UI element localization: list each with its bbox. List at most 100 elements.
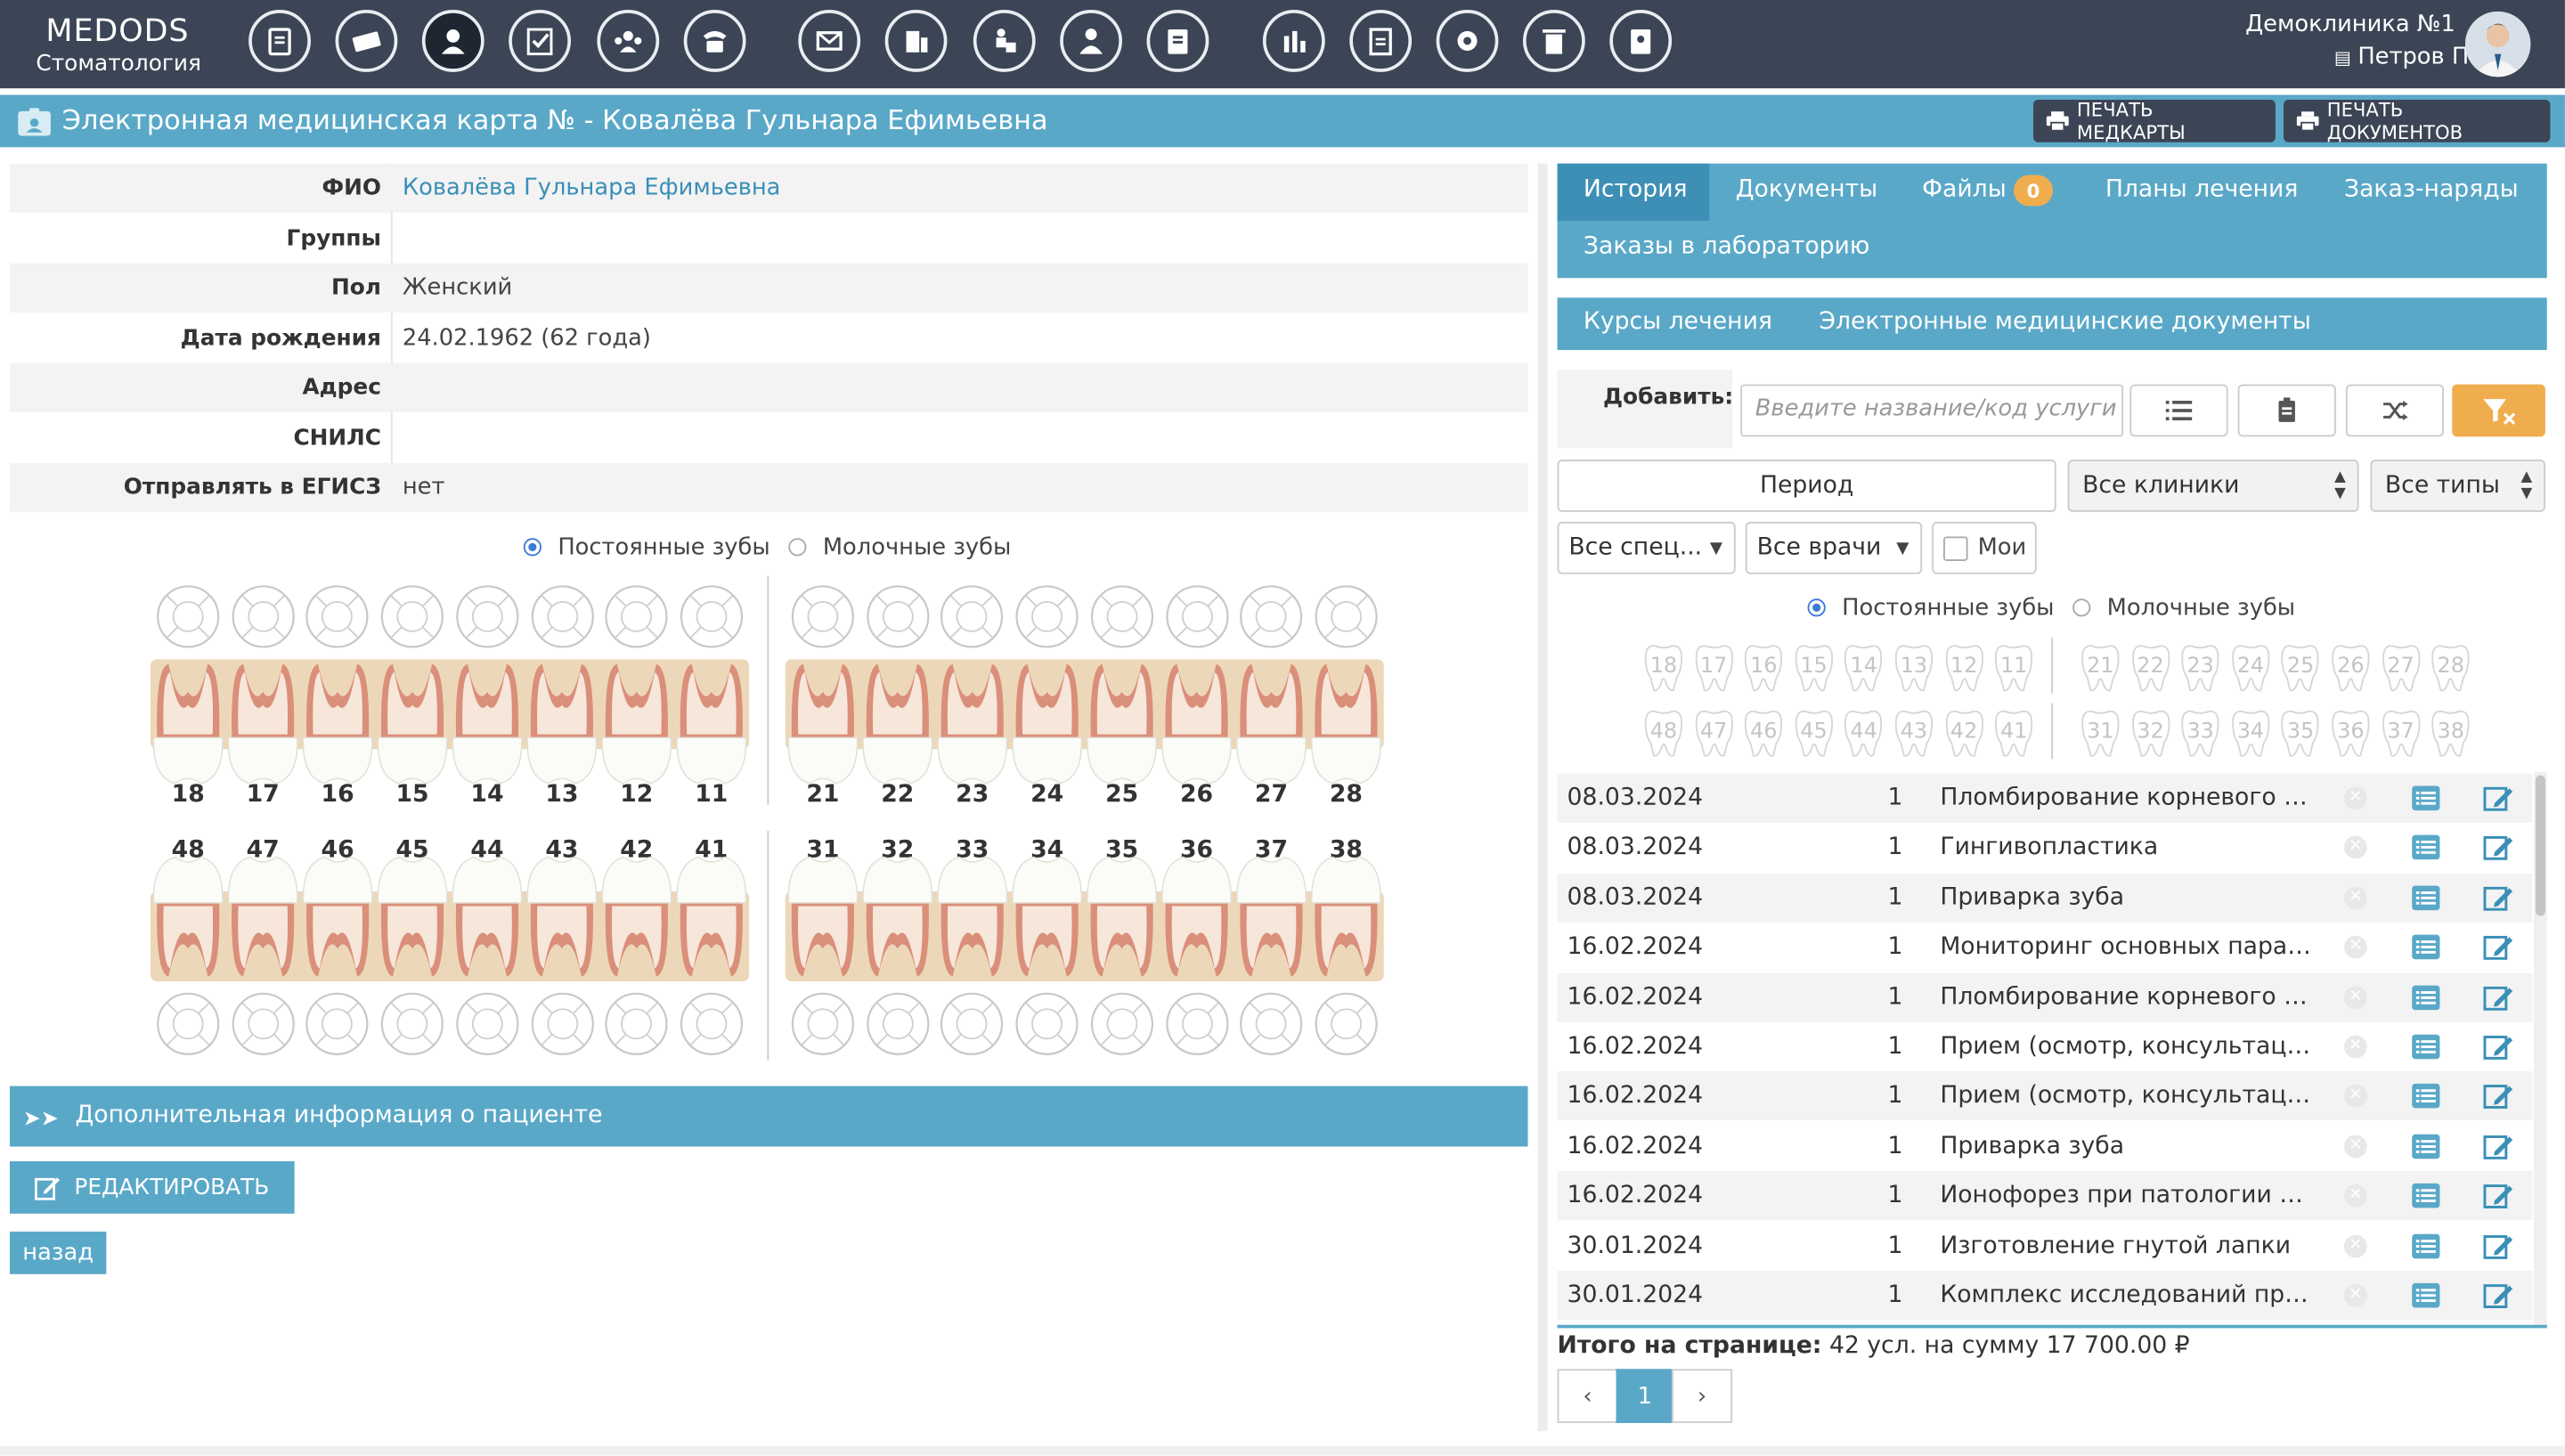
tooth-number[interactable]: 11 <box>675 782 747 808</box>
tooth-surface-icon[interactable] <box>155 584 220 649</box>
details-list-icon[interactable] <box>2411 1133 2440 1159</box>
tab-treatment-courses[interactable]: Курсы лечения <box>1584 309 1772 335</box>
mini-tooth[interactable]: 11 <box>1991 641 2037 694</box>
tooth-surface-icon[interactable] <box>1314 991 1379 1056</box>
tooth-surface-icon[interactable] <box>1314 584 1379 649</box>
doctor-select[interactable]: Все врачи ▼ <box>1745 521 1923 574</box>
shuffle-button[interactable] <box>2345 384 2445 437</box>
logo-title[interactable]: MEDODS <box>45 13 189 49</box>
tab-files[interactable]: Файлы <box>1922 176 2007 202</box>
tooth-surface-icon[interactable] <box>604 584 669 649</box>
edit-icon[interactable] <box>2483 1181 2514 1210</box>
details-list-icon[interactable] <box>2411 1282 2440 1308</box>
mini-tooth[interactable]: 12 <box>1941 641 1986 694</box>
details-list-icon[interactable] <box>2411 834 2440 860</box>
history-row[interactable]: 30.01.2024 1 Комплекс исследований пре... ✕ <box>1557 1271 2533 1321</box>
tooth-surface-icon[interactable] <box>230 584 295 649</box>
mini-tooth[interactable]: 36 <box>2328 706 2374 759</box>
tooth-surface-icon[interactable] <box>529 991 594 1056</box>
tooth-number[interactable]: 22 <box>861 782 933 808</box>
edit-icon[interactable] <box>2483 834 2514 863</box>
tooth-surface-icon[interactable] <box>1089 584 1154 649</box>
permanent-teeth-radio[interactable] <box>523 538 542 557</box>
mini-tooth[interactable]: 15 <box>1791 641 1836 694</box>
mini-tooth[interactable]: 45 <box>1791 706 1836 759</box>
delete-icon[interactable]: ✕ <box>2343 836 2367 859</box>
delete-icon[interactable]: ✕ <box>2343 1135 2367 1159</box>
panel-splitter[interactable] <box>1537 163 1548 1432</box>
history-row[interactable]: 16.02.2024 1 Пломбирование корневого к... ✕ <box>1557 972 2533 1022</box>
edit-icon[interactable] <box>2483 1082 2514 1111</box>
edit-icon[interactable] <box>2483 883 2514 912</box>
mini-tooth[interactable]: 34 <box>2227 706 2273 759</box>
phone-icon[interactable] <box>683 10 746 72</box>
details-list-icon[interactable] <box>2411 1034 2440 1060</box>
tooth-number[interactable]: 18 <box>152 782 224 808</box>
mini-tooth[interactable]: 14 <box>1841 641 1886 694</box>
tooth-number[interactable]: 23 <box>936 782 1008 808</box>
trash-icon[interactable] <box>1522 10 1585 72</box>
mini-milk-teeth-label[interactable]: Молочные зубы <box>2107 596 2295 622</box>
milk-teeth-radio[interactable] <box>788 538 807 557</box>
tooth-surface-icon[interactable] <box>865 584 930 649</box>
mini-tooth[interactable]: 43 <box>1891 706 1936 759</box>
tooth-surface-icon[interactable] <box>790 584 855 649</box>
mini-tooth[interactable]: 48 <box>1641 706 1686 759</box>
delete-icon[interactable]: ✕ <box>2343 1085 2367 1109</box>
tooth-number[interactable]: 25 <box>1086 782 1158 808</box>
mini-tooth[interactable]: 26 <box>2328 641 2374 694</box>
patient-info-value[interactable]: Ковалёва Гульнара Ефимьевна <box>403 175 781 201</box>
tooth-number[interactable]: 17 <box>227 782 299 808</box>
edit-icon[interactable] <box>2483 1132 2514 1161</box>
history-row[interactable]: 08.03.2024 1 Гингивопластика ✕ <box>1558 824 2533 873</box>
details-list-icon[interactable] <box>2411 934 2440 960</box>
mini-tooth[interactable]: 33 <box>2178 706 2223 759</box>
tooth-surface-icon[interactable] <box>790 991 855 1056</box>
patient-card-icon[interactable] <box>421 10 484 72</box>
address-book-icon[interactable] <box>1609 10 1673 72</box>
tooth-number[interactable]: 14 <box>452 782 524 808</box>
tooth-number[interactable]: 21 <box>786 782 859 808</box>
mini-tooth[interactable]: 21 <box>2078 641 2123 694</box>
tooth-surface-icon[interactable] <box>1014 584 1079 649</box>
history-row[interactable]: 16.02.2024 1 Мониторинг основных парам... ✕ <box>1558 923 2533 972</box>
type-select[interactable]: Все типы ▲ ▼ <box>2370 460 2545 512</box>
mini-tooth[interactable]: 37 <box>2378 706 2423 759</box>
pharmacy-icon[interactable] <box>884 10 948 72</box>
mini-tooth[interactable]: 16 <box>1741 641 1787 694</box>
settings-icon[interactable] <box>1436 10 1499 72</box>
specialty-select[interactable]: Все спец... ▼ <box>1557 521 1736 574</box>
tab-lab-orders[interactable]: Заказы в лабораторию <box>1584 234 1869 260</box>
edit-icon[interactable] <box>2483 982 2514 1012</box>
history-row[interactable]: 16.02.2024 1 Прием (осмотр, консультаци...… <box>1558 1022 2533 1071</box>
clear-filter-button[interactable] <box>2452 384 2545 437</box>
details-list-icon[interactable] <box>2411 1183 2440 1208</box>
edit-icon[interactable] <box>2483 1231 2514 1260</box>
mini-milk-teeth-radio[interactable] <box>2072 598 2091 617</box>
edit-icon[interactable] <box>2483 932 2514 962</box>
mail-icon[interactable] <box>798 10 861 72</box>
tooth-surface-icon[interactable] <box>865 991 930 1056</box>
tooth-number[interactable]: 16 <box>302 782 374 808</box>
history-row[interactable]: 16.02.2024 1 Приварка зуба ✕ <box>1558 1122 2533 1171</box>
prev-page-button[interactable]: ‹ <box>1557 1369 1618 1423</box>
tooth-surface-icon[interactable] <box>454 584 519 649</box>
tab-treatment-plans[interactable]: Планы лечения <box>2105 176 2299 202</box>
details-list-icon[interactable] <box>2411 785 2440 811</box>
mini-tooth[interactable]: 25 <box>2277 641 2323 694</box>
avatar[interactable] <box>2464 11 2531 77</box>
doctor-icon[interactable] <box>1060 10 1122 72</box>
period-button[interactable]: Период <box>1557 460 2056 512</box>
tooth-number[interactable]: 24 <box>1011 782 1083 808</box>
mini-tooth[interactable]: 24 <box>2227 641 2273 694</box>
tab-work-orders[interactable]: Заказ-наряды <box>2344 176 2519 202</box>
print-docs-button[interactable]: ПЕЧАТЬ ДОКУМЕНТОВ <box>2284 98 2551 144</box>
details-list-icon[interactable] <box>2411 1084 2440 1110</box>
delete-icon[interactable]: ✕ <box>2343 985 2367 1009</box>
details-list-icon[interactable] <box>2411 884 2440 910</box>
tooth-surface-icon[interactable] <box>1014 991 1079 1056</box>
mini-tooth[interactable]: 22 <box>2128 641 2173 694</box>
delete-icon[interactable]: ✕ <box>2343 1184 2367 1208</box>
next-page-button[interactable]: › <box>1672 1369 1733 1423</box>
delete-icon[interactable]: ✕ <box>2343 1233 2367 1257</box>
